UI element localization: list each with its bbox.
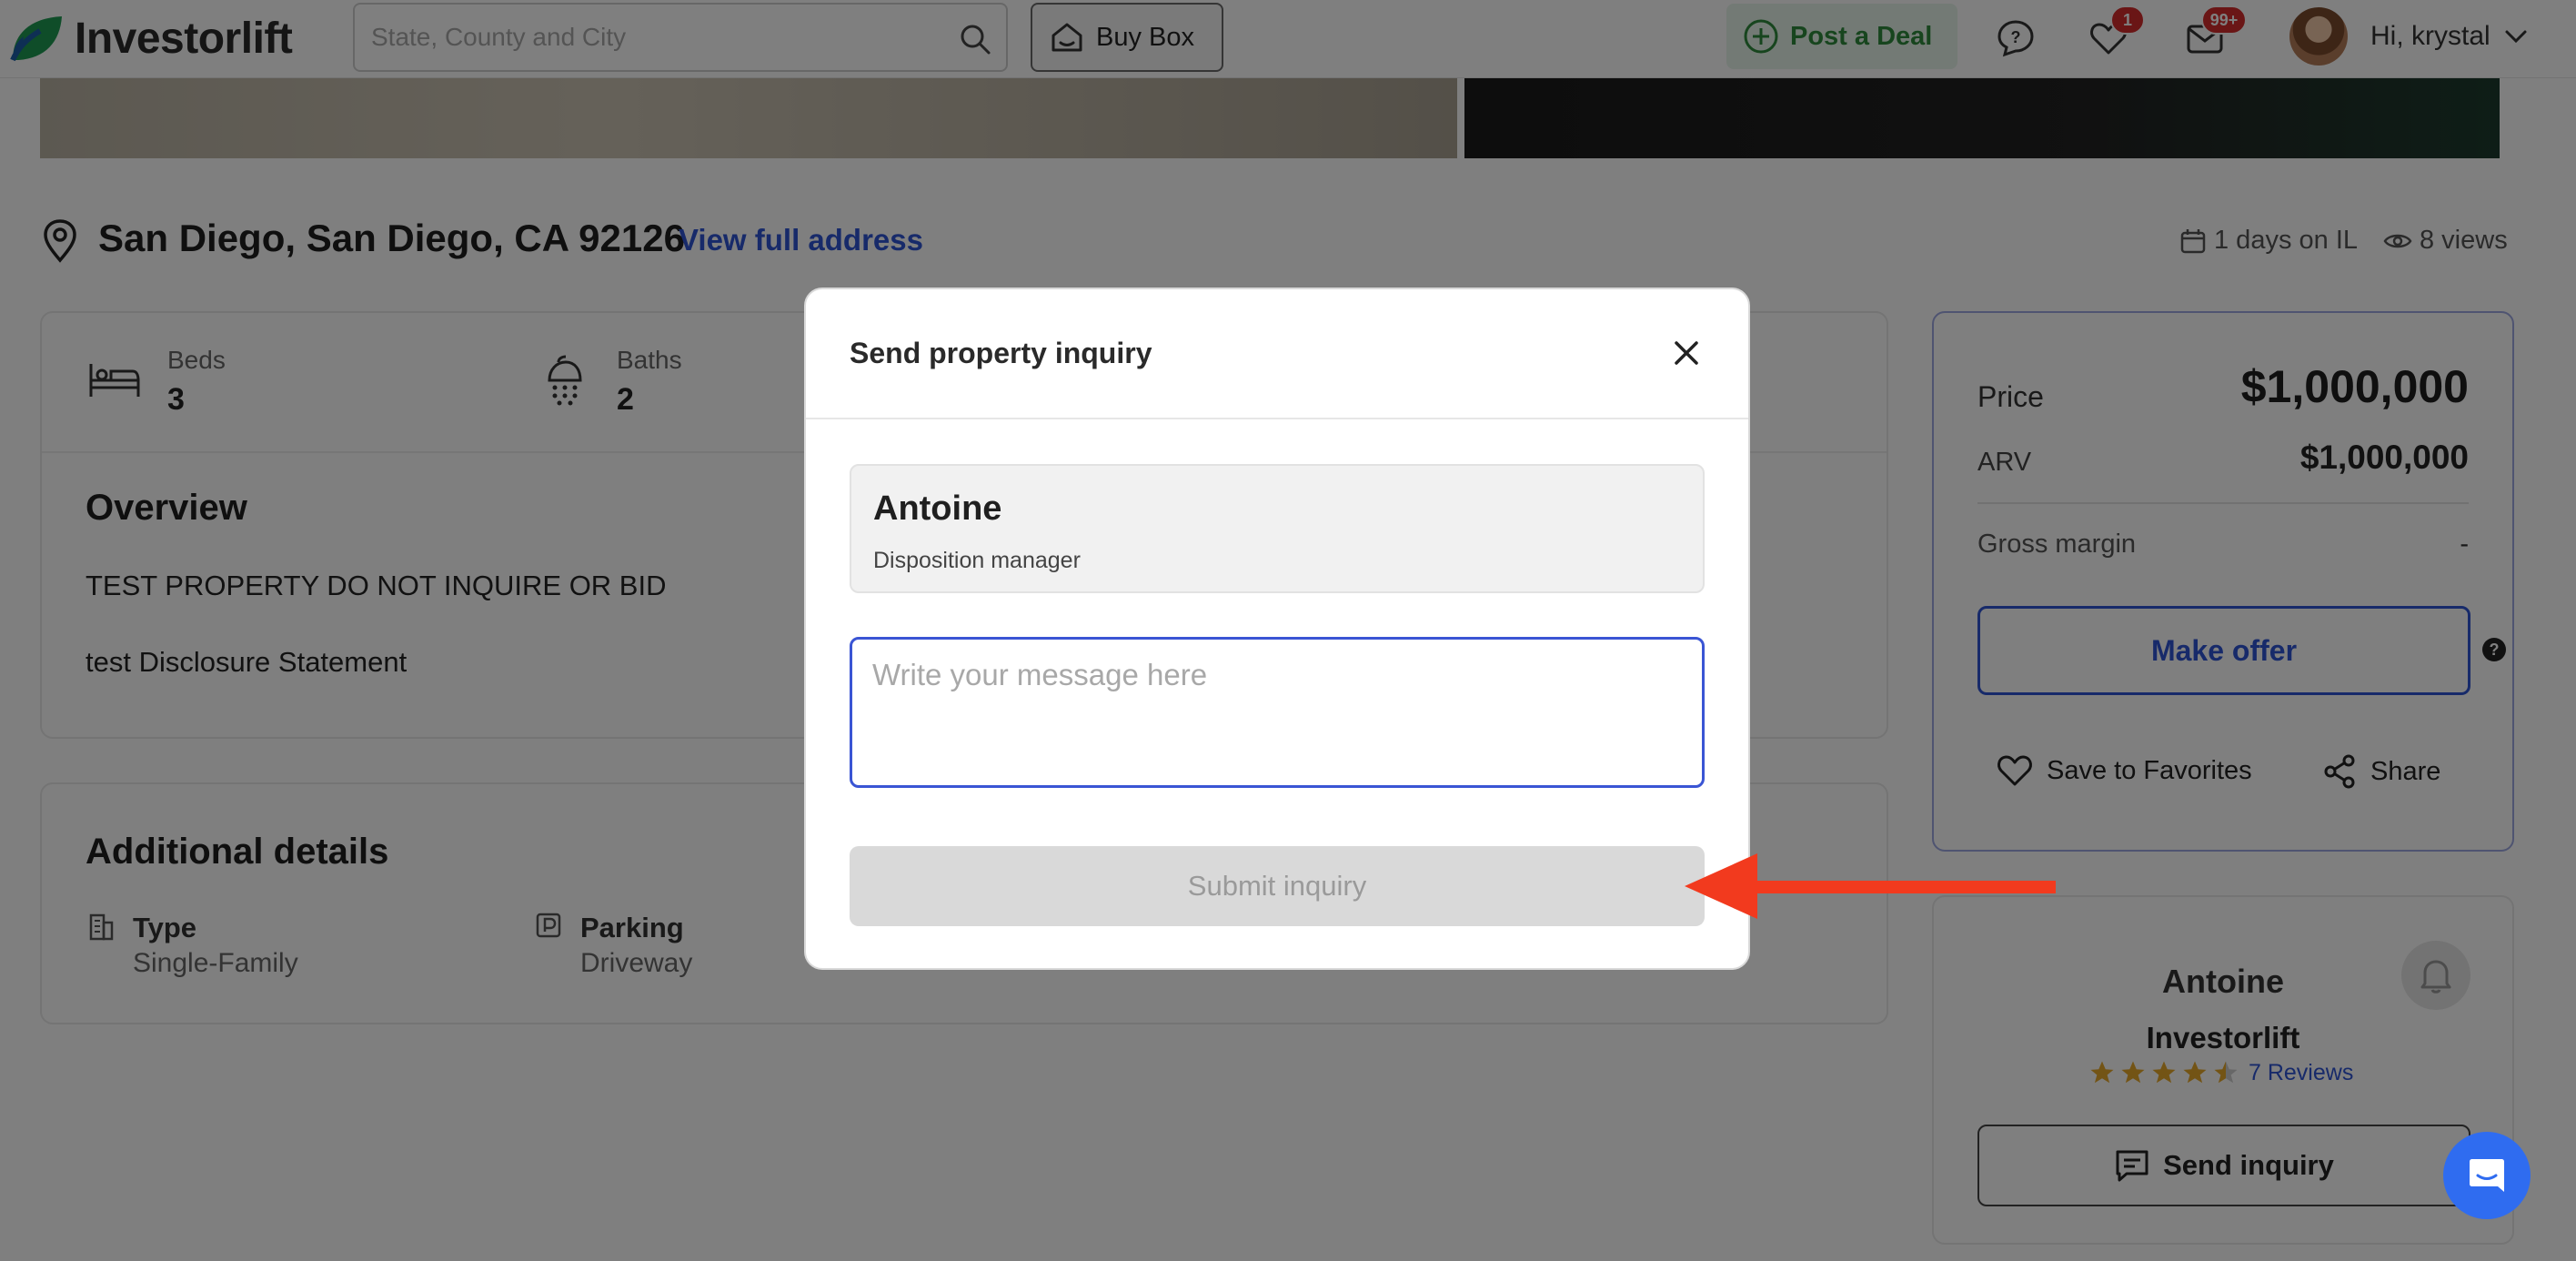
send-inquiry-modal: Send property inquiry Antoine Dispositio…	[804, 288, 1750, 970]
recipient-card: Antoine Disposition manager	[850, 464, 1705, 593]
support-chat-button[interactable]	[2443, 1132, 2531, 1219]
recipient-name: Antoine	[873, 489, 1002, 528]
chat-icon	[2467, 1155, 2507, 1195]
message-textarea[interactable]	[850, 637, 1705, 788]
close-icon[interactable]	[1670, 337, 1703, 369]
divider	[806, 418, 1748, 419]
annotation-arrow-icon	[1685, 853, 2056, 919]
recipient-role: Disposition manager	[873, 548, 1081, 573]
modal-title: Send property inquiry	[850, 337, 1152, 369]
submit-inquiry-button[interactable]: Submit inquiry	[850, 846, 1705, 926]
